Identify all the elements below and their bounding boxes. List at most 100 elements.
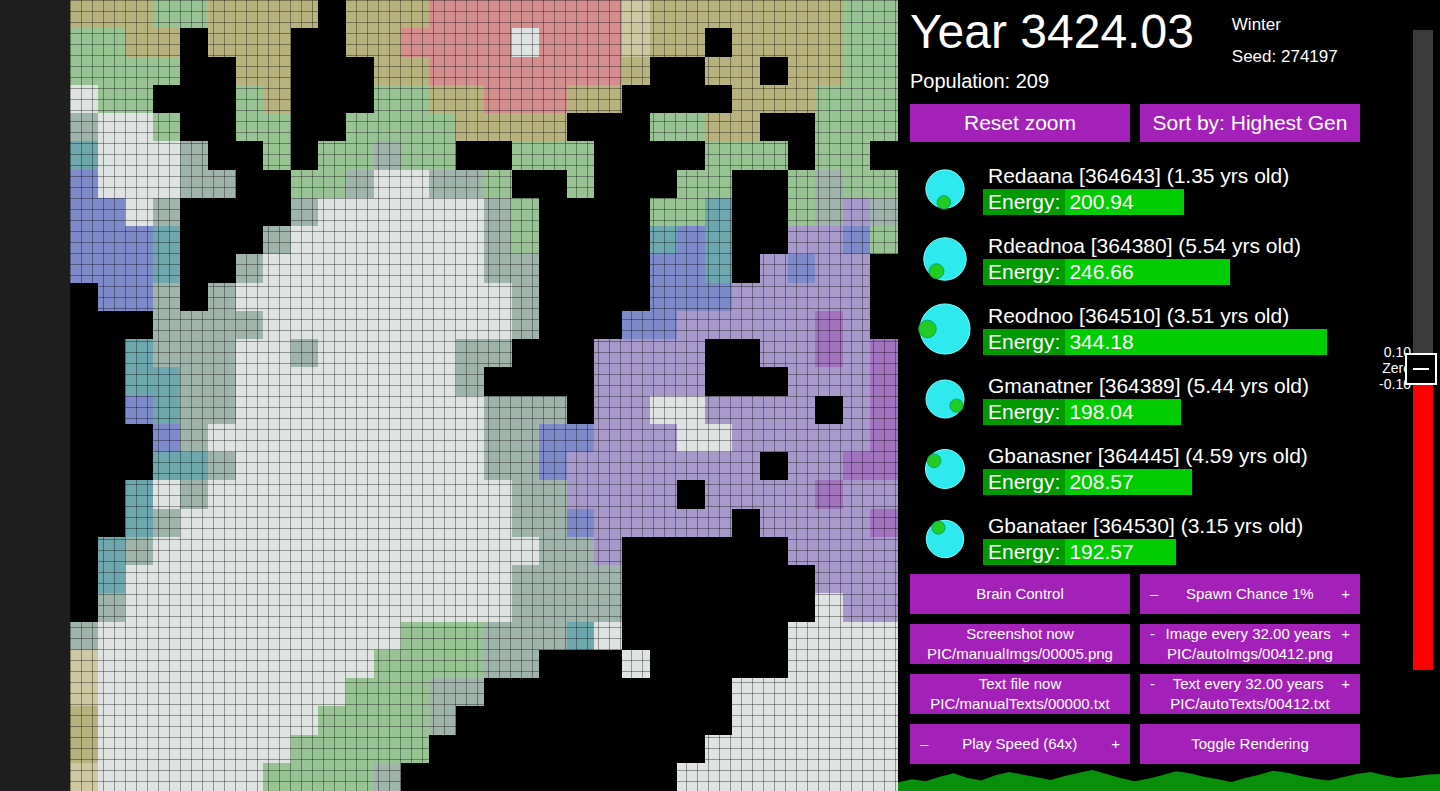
creature-row[interactable]: Gbanasner [364445] (4.59 yrs old)Energy:… xyxy=(910,434,1373,504)
map-tile xyxy=(263,254,291,282)
energy-label: Energy: xyxy=(983,469,1065,495)
map-tile xyxy=(512,622,540,650)
map-tile xyxy=(512,452,540,480)
map-tile xyxy=(208,367,236,395)
creature-row[interactable]: Gbanataer [364530] (3.15 yrs old)Energy:… xyxy=(910,504,1373,574)
world-map[interactable] xyxy=(70,0,898,791)
map-tile xyxy=(429,28,457,56)
energy-label: Energy: xyxy=(983,329,1065,355)
side-panel: Year 3424.03WinterSeed: 274197Population… xyxy=(898,0,1440,791)
plus-button[interactable]: + xyxy=(1107,734,1124,754)
map-tile xyxy=(870,367,898,395)
map-tile xyxy=(70,678,98,706)
creature-icon[interactable] xyxy=(917,231,973,287)
map-tile xyxy=(512,537,540,565)
map-tile xyxy=(429,396,457,424)
minus-button[interactable]: – xyxy=(1146,584,1162,604)
plus-button[interactable]: + xyxy=(1337,584,1354,604)
creature-icon[interactable] xyxy=(917,441,973,497)
map-tile xyxy=(429,57,457,85)
map-tile xyxy=(153,509,181,537)
stepper-label: Image every 32.00 years xyxy=(1166,624,1331,644)
map-tile xyxy=(70,254,98,282)
map-tile xyxy=(208,198,236,226)
map-tile xyxy=(346,537,374,565)
map-tile xyxy=(512,283,540,311)
map-tile xyxy=(870,198,898,226)
minus-button[interactable]: - xyxy=(1146,624,1159,644)
creature-icon[interactable] xyxy=(917,161,973,217)
slider-handle[interactable] xyxy=(1405,353,1437,385)
map-tile xyxy=(732,0,760,28)
map-tile xyxy=(732,509,760,537)
map-tile xyxy=(815,622,843,650)
map-tile xyxy=(263,367,291,395)
map-tile xyxy=(677,141,705,169)
map-tile xyxy=(236,198,264,226)
energy-value: 344.18 xyxy=(1065,330,1133,354)
map-tile xyxy=(236,113,264,141)
map-tile xyxy=(594,339,622,367)
map-tile xyxy=(318,311,346,339)
stepper-button[interactable]: -Image every 32.00 years+PIC/autoImgs/00… xyxy=(1140,624,1360,664)
creature-icon[interactable] xyxy=(917,511,973,567)
top-button[interactable]: Sort by: Highest Gen xyxy=(1140,104,1360,142)
map-tile xyxy=(374,85,402,113)
handle-tick xyxy=(1413,368,1429,370)
map-tile xyxy=(374,509,402,537)
map-tile xyxy=(622,537,650,565)
creature-icon[interactable] xyxy=(917,371,973,427)
slider-track[interactable] xyxy=(1413,30,1433,670)
map-tile xyxy=(374,706,402,734)
map-tile xyxy=(456,198,484,226)
map-tile xyxy=(843,424,871,452)
map-tile xyxy=(208,678,236,706)
map-tile xyxy=(70,452,98,480)
map-tile xyxy=(815,311,843,339)
map-tile xyxy=(594,650,622,678)
control-button[interactable]: Brain Control xyxy=(910,574,1130,614)
stepper-button[interactable]: –Play Speed (64x)+ xyxy=(910,724,1130,764)
minus-button[interactable]: – xyxy=(916,734,932,754)
map-tile xyxy=(456,452,484,480)
map-tile xyxy=(236,650,264,678)
map-tile xyxy=(429,706,457,734)
map-tile xyxy=(732,622,760,650)
map-tile xyxy=(567,141,595,169)
creature-row[interactable]: Reodnoo [364510] (3.51 yrs old)Energy:34… xyxy=(910,294,1373,364)
map-tile xyxy=(650,537,678,565)
control-button[interactable]: Text file nowPIC/manualTexts/00000.txt xyxy=(910,674,1130,714)
map-tile xyxy=(870,509,898,537)
map-tile xyxy=(180,254,208,282)
map-tile xyxy=(843,57,871,85)
minus-button[interactable]: - xyxy=(1146,674,1159,694)
map-tile xyxy=(263,678,291,706)
map-tile xyxy=(429,283,457,311)
stepper-button[interactable]: -Text every 32.00 years+PIC/autoTexts/00… xyxy=(1140,674,1360,714)
stepper-button[interactable]: –Spawn Chance 1%+ xyxy=(1140,574,1360,614)
plus-button[interactable]: + xyxy=(1337,674,1354,694)
map-tile xyxy=(263,537,291,565)
top-button[interactable]: Reset zoom xyxy=(910,104,1130,142)
creature-row[interactable]: Rdeadnoa [364380] (5.54 yrs old)Energy:2… xyxy=(910,224,1373,294)
creature-row[interactable]: Gmanatner [364389] (5.44 yrs old)Energy:… xyxy=(910,364,1373,434)
map-tile xyxy=(374,650,402,678)
map-tile xyxy=(484,113,512,141)
map-tile xyxy=(98,113,126,141)
control-button[interactable]: Screenshot nowPIC/manualImgs/00005.png xyxy=(910,624,1130,664)
header: Year 3424.03WinterSeed: 274197 xyxy=(910,0,1373,68)
seed-text: Seed: 274197 xyxy=(1232,46,1338,68)
control-button[interactable]: Toggle Rendering xyxy=(1140,724,1360,764)
map-tile xyxy=(677,424,705,452)
map-tile xyxy=(98,537,126,565)
creature-icon[interactable] xyxy=(917,301,973,357)
map-tile xyxy=(539,706,567,734)
map-tile xyxy=(429,622,457,650)
map-tile xyxy=(263,622,291,650)
map-tile xyxy=(263,650,291,678)
map-tile xyxy=(236,0,264,28)
plus-button[interactable]: + xyxy=(1337,624,1354,644)
creature-row[interactable]: Redaana [364643] (1.35 yrs old)Energy:20… xyxy=(910,154,1373,224)
map-tile xyxy=(484,0,512,28)
map-tile xyxy=(484,226,512,254)
